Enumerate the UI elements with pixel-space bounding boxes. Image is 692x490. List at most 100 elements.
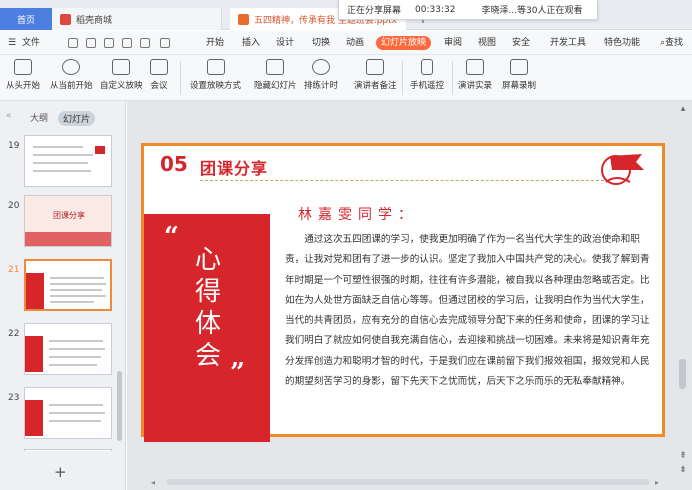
menu-animation[interactable]: 动画 (346, 36, 364, 50)
tab-outline[interactable]: 大纲 (30, 111, 48, 124)
hide-slide-button[interactable]: 隐藏幻灯片 (254, 59, 297, 91)
close-quote-mark: ” (230, 358, 245, 388)
format-icon[interactable] (122, 38, 132, 48)
workspace-scrollbar[interactable] (679, 359, 686, 389)
search-label: 查找 (665, 38, 684, 48)
share-timer: 00:33:32 (415, 4, 456, 15)
menu-insert[interactable]: 插入 (242, 36, 260, 50)
thumb-text-line (49, 412, 105, 414)
thumb-text-line (33, 162, 88, 164)
thumb-flag (95, 146, 105, 154)
slide-number: 20 (8, 201, 20, 211)
play-start-icon (14, 59, 32, 75)
screen-record-button[interactable]: 屏幕录制 (502, 59, 536, 91)
share-viewers: 李晓泽...等30人正在观看 (481, 6, 583, 16)
current-slide[interactable]: 05 团课分享 “ 心得体会 ” 林嘉雯同学： 通过这次五四团课的学习，使我更加… (141, 143, 665, 442)
timer-icon (312, 59, 330, 75)
thumb-title: 团课分享 (53, 211, 85, 220)
print-icon[interactable] (86, 38, 96, 48)
panel-scrollbar[interactable] (117, 371, 122, 441)
hamburger-icon[interactable]: ☰ (8, 36, 16, 50)
page-up-icon[interactable]: ⇞ (678, 451, 688, 461)
slide-thumbnail-20[interactable]: 团课分享 (24, 195, 112, 247)
thumb-text-line (49, 364, 97, 366)
thumb-text-line (33, 154, 93, 156)
redo-icon[interactable] (160, 38, 170, 48)
preview-icon[interactable] (104, 38, 114, 48)
search-button[interactable]: ⌕查找 (660, 36, 683, 50)
slide-title[interactable]: 团课分享 (200, 155, 268, 179)
menu-view[interactable]: 视图 (478, 36, 496, 50)
collapse-panel-icon[interactable]: « (6, 111, 12, 121)
toolbar-divider (180, 61, 181, 95)
party-flag-emblem-icon (601, 154, 644, 185)
ribbon-menu: ☰ 文件 开始 插入 设计 切换 动画 幻灯片放映 审阅 视图 安全 开发工具 … (0, 31, 692, 55)
slide-thumbnail-22[interactable] (24, 323, 112, 375)
slide-number: 19 (8, 141, 20, 151)
save-icon[interactable] (68, 38, 78, 48)
play-from-start-button[interactable]: 从头开始 (6, 59, 40, 91)
add-slide-button[interactable]: + (54, 463, 67, 481)
setup-show-button[interactable]: 设置放映方式 (190, 59, 241, 91)
store-icon (60, 13, 71, 25)
tool-label: 从当前开始 (50, 81, 93, 91)
scroll-right-icon[interactable]: ▸ (655, 478, 659, 487)
tool-label: 从头开始 (6, 81, 41, 91)
tab-home-label: 首页 (16, 15, 35, 26)
thumb-text-line (49, 356, 101, 358)
thumb-red-block (26, 273, 44, 309)
body-paragraph[interactable]: 通过这次五四团课的学习，使我更加明确了作为一名当代大学生的政治使命和职责，让我对… (285, 230, 659, 392)
tool-label: 设置放映方式 (190, 81, 242, 91)
scroll-left-icon[interactable]: ◂ (151, 478, 155, 487)
screen-record-icon (510, 59, 528, 75)
speaker-notes-button[interactable]: 演讲者备注 (354, 59, 397, 91)
menu-design[interactable]: 设计 (276, 36, 294, 50)
horizontal-scroll-thumb[interactable] (167, 479, 649, 485)
slide-thumbnail-19[interactable] (24, 135, 112, 187)
menu-review[interactable]: 审阅 (444, 36, 462, 50)
greeting-text[interactable]: 林嘉雯同学： (298, 204, 418, 224)
thumb-text-line (50, 283, 106, 285)
menu-features[interactable]: 特色功能 (604, 36, 640, 50)
menu-transition[interactable]: 切换 (312, 36, 330, 50)
slide-thumbnail-21[interactable] (24, 259, 112, 311)
play-current-icon (62, 59, 81, 75)
slide-section-number: 05 (160, 152, 188, 176)
custom-show-button[interactable]: 自定义放映 (100, 59, 143, 91)
slide-number: 23 (8, 393, 20, 403)
menu-start[interactable]: 开始 (206, 36, 224, 50)
file-menu[interactable]: 文件 (22, 36, 40, 50)
notes-icon (366, 59, 385, 75)
menu-security[interactable]: 安全 (512, 36, 530, 50)
thumb-banner (25, 232, 111, 246)
slide-thumbnail-23[interactable] (24, 387, 112, 439)
tool-label: 排练计时 (304, 81, 339, 91)
phone-icon (421, 59, 433, 75)
undo-icon[interactable] (140, 38, 150, 48)
menu-dev-tools[interactable]: 开发工具 (550, 36, 586, 50)
custom-show-icon (112, 59, 131, 75)
meeting-button[interactable]: 会议 (150, 59, 168, 91)
page-down-icon[interactable]: ⇟ (678, 465, 688, 475)
menu-slideshow[interactable]: 幻灯片放映 (376, 36, 432, 50)
slide-thumbnail-24[interactable] (24, 449, 112, 451)
tool-label: 手机遥控 (410, 81, 445, 91)
vertical-heading[interactable]: 心得体会 (188, 244, 228, 372)
thumb-text-line (33, 146, 83, 148)
scroll-up-icon[interactable]: ▴ (678, 104, 688, 114)
slide-number: 22 (8, 329, 20, 339)
tab-home[interactable]: 首页 (0, 8, 52, 30)
thumb-red-block (25, 336, 43, 372)
tool-label: 屏幕录制 (502, 81, 537, 91)
tool-label: 会议 (150, 81, 168, 91)
tab-bar: 首页 稻壳商城 五四精神，传承有我 主题班会.pptx + 正在分享屏幕 00:… (0, 0, 692, 30)
thumb-red-block (25, 400, 43, 436)
play-from-current-button[interactable]: 从当前开始 (50, 59, 93, 91)
thumb-text-line (50, 277, 104, 279)
phone-remote-button[interactable]: 手机遥控 (410, 59, 444, 91)
speech-record-button[interactable]: 演讲实录 (458, 59, 492, 91)
tab-store[interactable]: 稻壳商城 (52, 8, 222, 30)
rehearse-timing-button[interactable]: 排练计时 (304, 59, 338, 91)
tab-slides[interactable]: 幻灯片 (58, 111, 96, 126)
horizontal-scrollbar[interactable]: ◂ ▸ (147, 478, 667, 487)
